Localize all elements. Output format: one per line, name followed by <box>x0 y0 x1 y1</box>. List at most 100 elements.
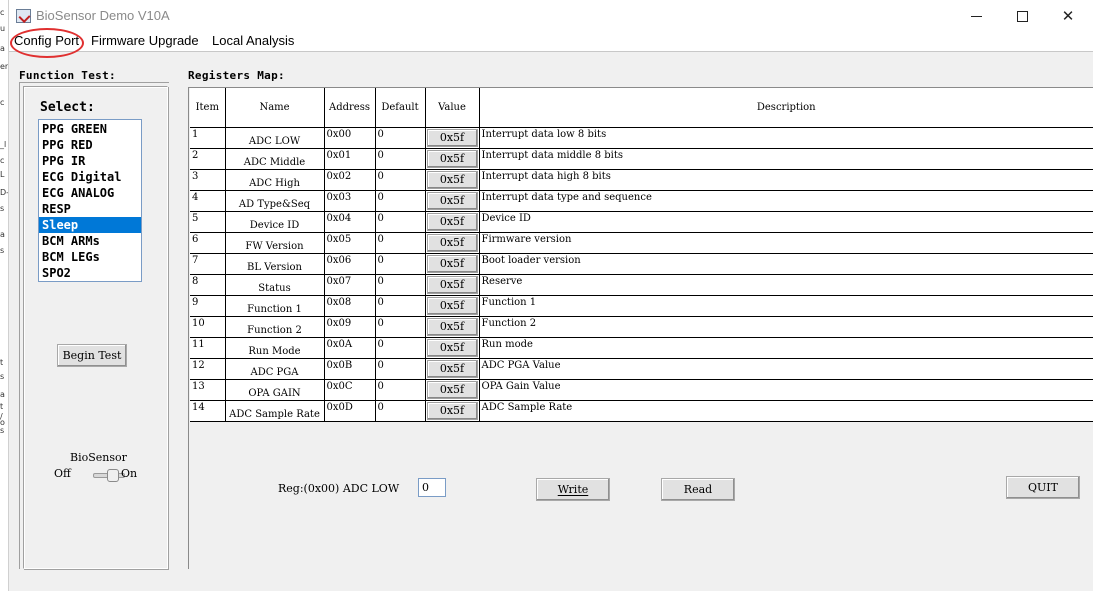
cell-item: 8 <box>190 274 226 296</box>
cell-description: Function 2 <box>479 316 1093 338</box>
value-button[interactable]: 0x5f <box>426 212 478 231</box>
header-value: Value <box>425 88 480 128</box>
read-button[interactable]: Read <box>661 478 735 501</box>
test-list-item[interactable]: PPG GREEN <box>39 121 141 137</box>
cell-description: Reserve <box>479 274 1093 296</box>
background-text-fragment: a <box>0 44 5 53</box>
value-button[interactable]: 0x5f <box>426 380 478 399</box>
background-text-fragment: t <box>0 402 4 411</box>
table-row: 13 OPA GAIN 0x0C 0 0x5f OPA Gain Value <box>190 379 1093 401</box>
close-button[interactable]: ✕ <box>1045 0 1091 32</box>
begin-test-button[interactable]: Begin Test <box>57 344 127 367</box>
cell-item: 7 <box>190 253 226 275</box>
cell-value: 0x5f <box>425 295 480 317</box>
test-list-item[interactable]: ECG Digital <box>39 169 141 185</box>
cell-item: 13 <box>190 379 226 401</box>
cell-item: 14 <box>190 400 226 422</box>
value-button[interactable]: 0x5f <box>426 149 478 168</box>
cell-description: OPA Gain Value <box>479 379 1093 401</box>
background-text-fragment: a <box>0 230 5 239</box>
value-button[interactable]: 0x5f <box>426 401 478 420</box>
cell-name: ADC Middle <box>225 148 325 170</box>
table-row: 11 Run Mode 0x0A 0 0x5f Run mode <box>190 337 1093 359</box>
cell-value: 0x5f <box>425 148 480 170</box>
biosensor-label: BioSensor <box>70 451 127 464</box>
test-list-item[interactable]: BCM LEGs <box>39 249 141 265</box>
cell-description: Boot loader version <box>479 253 1093 275</box>
background-text-fragment: c <box>0 8 5 17</box>
cell-name: Function 2 <box>225 316 325 338</box>
table-header-row: Item Name Address Default Value Descript… <box>190 88 1093 128</box>
table-row: 8 Status 0x07 0 0x5f Reserve <box>190 274 1093 296</box>
maximize-button[interactable] <box>999 0 1045 32</box>
write-button[interactable]: Write <box>536 478 610 501</box>
cell-value: 0x5f <box>425 316 480 338</box>
cell-item: 10 <box>190 316 226 338</box>
test-list-item[interactable]: RESP <box>39 201 141 217</box>
header-item: Item <box>190 88 226 128</box>
minimize-button[interactable] <box>953 0 999 32</box>
value-button[interactable]: 0x5f <box>426 359 478 378</box>
test-list-item[interactable]: PPG RED <box>39 137 141 153</box>
header-description: Description <box>479 88 1093 128</box>
cell-address: 0x07 <box>324 274 376 296</box>
cell-address: 0x0A <box>324 337 376 359</box>
test-list-item[interactable]: ECG ANALOG <box>39 185 141 201</box>
cell-default: 0 <box>375 337 426 359</box>
cell-default: 0 <box>375 148 426 170</box>
value-button[interactable]: 0x5f <box>426 296 478 315</box>
value-button[interactable]: 0x5f <box>426 254 478 273</box>
switch-off-label: Off <box>54 467 71 480</box>
menu-firmware-upgrade[interactable]: Firmware Upgrade <box>89 33 201 48</box>
cell-default: 0 <box>375 190 426 212</box>
cell-value: 0x5f <box>425 253 480 275</box>
cell-description: Interrupt data high 8 bits <box>479 169 1093 191</box>
value-button[interactable]: 0x5f <box>426 317 478 336</box>
cell-default: 0 <box>375 127 426 149</box>
cell-default: 0 <box>375 379 426 401</box>
test-list-item[interactable]: SPO2 <box>39 265 141 281</box>
cell-default: 0 <box>375 211 426 233</box>
background-text-fragment: s <box>0 372 5 381</box>
header-address: Address <box>324 88 376 128</box>
table-row: 2 ADC Middle 0x01 0 0x5f Interrupt data middl… <box>190 148 1093 170</box>
value-button[interactable]: 0x5f <box>426 170 478 189</box>
minimize-icon <box>970 15 982 17</box>
test-list-item[interactable]: PPG IR <box>39 153 141 169</box>
cell-value: 0x5f <box>425 337 480 359</box>
table-row: 12 ADC PGA 0x0B 0 0x5f ADC PGA Value <box>190 358 1093 380</box>
value-button[interactable]: 0x5f <box>426 338 478 357</box>
menu-local-analysis[interactable]: Local Analysis <box>210 33 296 48</box>
background-text-fragment: c <box>0 98 5 107</box>
read-button-label: Read <box>683 483 713 496</box>
cell-address: 0x05 <box>324 232 376 254</box>
menu-config-port[interactable]: Config Port <box>12 33 81 48</box>
cell-address: 0x0D <box>324 400 376 422</box>
cell-value: 0x5f <box>425 190 480 212</box>
cell-name: ADC High <box>225 169 325 191</box>
cell-address: 0x02 <box>324 169 376 191</box>
test-list-item[interactable]: BCM ARMs <box>39 233 141 249</box>
quit-button[interactable]: QUIT <box>1006 476 1080 499</box>
table-row: 6 FW Version 0x05 0 0x5f Firmware version <box>190 232 1093 254</box>
value-button[interactable]: 0x5f <box>426 233 478 252</box>
cell-item: 6 <box>190 232 226 254</box>
cell-name: Status <box>225 274 325 296</box>
register-value-input[interactable]: 0 <box>418 478 446 497</box>
selected-register-label: Reg:(0x00) ADC LOW <box>278 482 400 495</box>
cell-item: 3 <box>190 169 226 191</box>
test-select-list[interactable]: PPG GREEN PPG RED PPG IR ECG Digital ECG ANA… <box>38 119 142 282</box>
value-button[interactable]: 0x5f <box>426 128 478 147</box>
cell-name: AD Type&Seq <box>225 190 325 212</box>
cell-value: 0x5f <box>425 211 480 233</box>
value-button[interactable]: 0x5f <box>426 191 478 210</box>
cell-address: 0x09 <box>324 316 376 338</box>
cell-item: 1 <box>190 127 226 149</box>
value-button[interactable]: 0x5f <box>426 275 478 294</box>
cell-item: 2 <box>190 148 226 170</box>
write-button-label: Write <box>557 483 589 496</box>
switch-knob[interactable] <box>107 469 119 482</box>
test-list-item[interactable]: Sleep <box>39 217 141 233</box>
table-row: 5 Device ID 0x04 0 0x5f Device ID <box>190 211 1093 233</box>
menu-bar: Config Port Firmware Upgrade Local Analy… <box>9 28 1093 58</box>
